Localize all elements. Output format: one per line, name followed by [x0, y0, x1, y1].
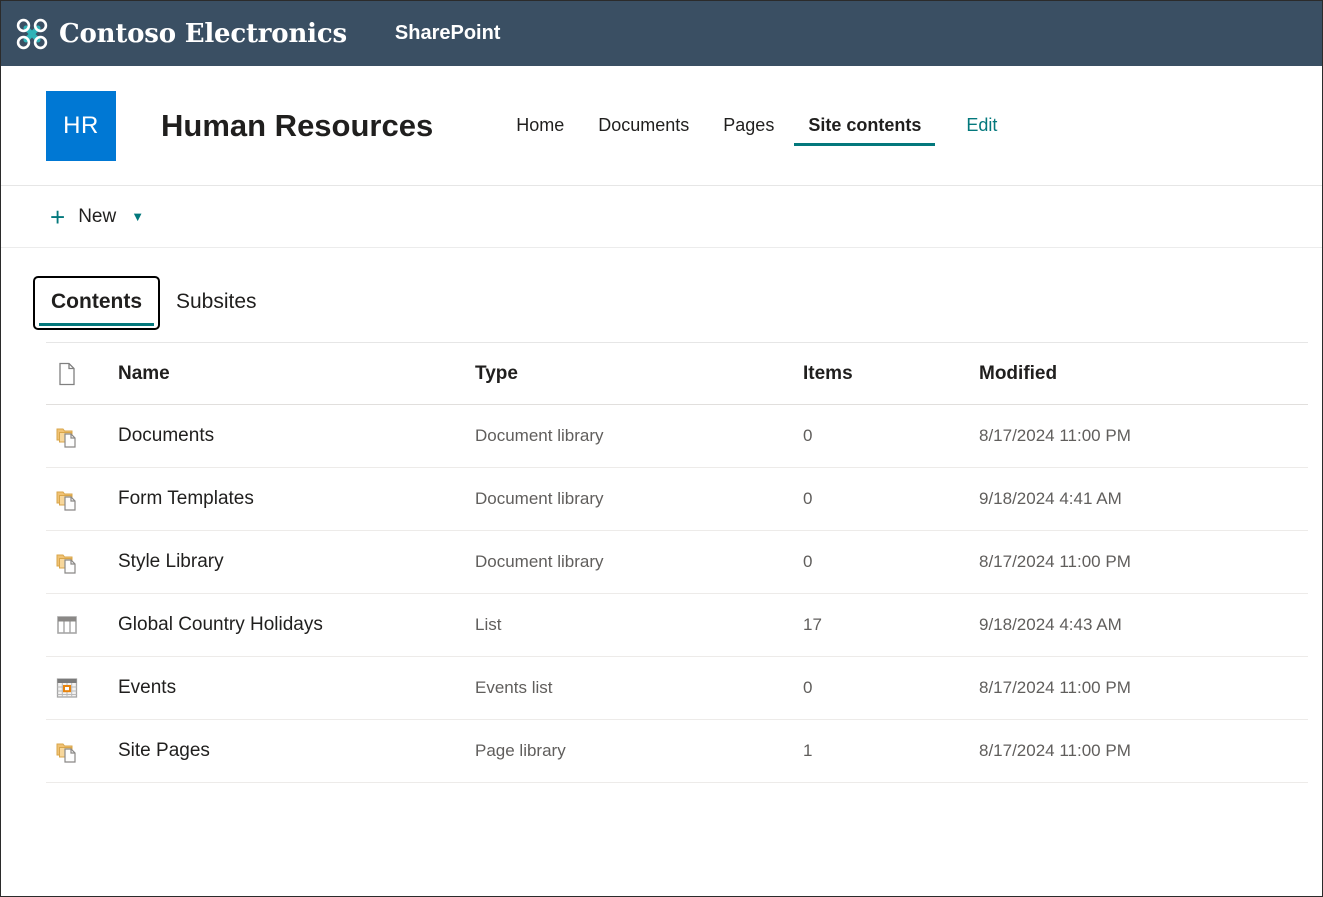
row-name[interactable]: Site Pages: [118, 740, 475, 762]
drone-icon: [15, 17, 49, 51]
row-icon-cell: [46, 675, 118, 701]
chevron-down-icon: ▼: [131, 210, 144, 223]
table-header-row: Name Type Items Modified: [46, 343, 1308, 405]
row-type: Page library: [475, 741, 803, 761]
row-type: Document library: [475, 552, 803, 572]
row-modified: 8/17/2024 11:00 PM: [979, 552, 1308, 572]
tab-subsites[interactable]: Subsites: [160, 278, 273, 328]
row-modified: 9/18/2024 4:43 AM: [979, 615, 1308, 635]
row-items: 17: [803, 615, 979, 635]
document-library-icon: [54, 423, 80, 449]
row-icon-cell: [46, 549, 118, 575]
list-icon: [54, 612, 80, 638]
nav-item-site-contents[interactable]: Site contents: [791, 100, 938, 152]
row-modified: 8/17/2024 11:00 PM: [979, 426, 1308, 446]
table-row[interactable]: Form Templates Document library 0 9/18/2…: [46, 468, 1308, 531]
suite-app-name[interactable]: SharePoint: [395, 22, 501, 45]
new-button[interactable]: + New ▼: [46, 198, 148, 236]
column-header-icon[interactable]: [46, 361, 118, 387]
table-row[interactable]: Events Events list 0 8/17/2024 11:00 PM: [46, 657, 1308, 720]
column-header-type[interactable]: Type: [475, 363, 803, 385]
site-logo[interactable]: HR: [46, 91, 116, 161]
page-title: Human Resources: [161, 108, 433, 144]
row-type: Document library: [475, 489, 803, 509]
row-name[interactable]: Form Templates: [118, 488, 475, 510]
table-row[interactable]: Documents Document library 0 8/17/2024 1…: [46, 405, 1308, 468]
nav-item-pages[interactable]: Pages: [706, 100, 791, 152]
nav-item-documents[interactable]: Documents: [581, 100, 706, 152]
row-name[interactable]: Global Country Holidays: [118, 614, 475, 636]
row-icon-cell: [46, 486, 118, 512]
site-header: HR Human Resources Home Documents Pages …: [1, 66, 1322, 186]
row-items: 0: [803, 678, 979, 698]
table-row[interactable]: Site Pages Page library 1 8/17/2024 11:0…: [46, 720, 1308, 783]
calendar-icon: [54, 675, 80, 701]
column-header-items[interactable]: Items: [803, 363, 979, 385]
document-library-icon: [54, 486, 80, 512]
suite-bar: Contoso Electronics SharePoint: [1, 1, 1322, 66]
brand-logo-link[interactable]: Contoso Electronics: [15, 17, 347, 51]
row-items: 0: [803, 426, 979, 446]
row-items: 0: [803, 489, 979, 509]
plus-icon: +: [50, 204, 65, 230]
row-icon-cell: [46, 612, 118, 638]
row-icon-cell: [46, 738, 118, 764]
row-modified: 9/18/2024 4:41 AM: [979, 489, 1308, 509]
row-name[interactable]: Style Library: [118, 551, 475, 573]
row-name[interactable]: Documents: [118, 425, 475, 447]
table-row[interactable]: Global Country Holidays List 17 9/18/202…: [46, 594, 1308, 657]
row-icon-cell: [46, 423, 118, 449]
site-navigation: Home Documents Pages Site contents Edit: [499, 91, 997, 161]
pivot-tabs: Contents Subsites: [1, 248, 1322, 330]
new-button-label: New: [78, 206, 116, 228]
tab-contents[interactable]: Contents: [33, 276, 160, 330]
site-contents-table: Name Type Items Modified: [1, 343, 1322, 783]
sharepoint-site-contents-page: Contoso Electronics SharePoint HR Human …: [0, 0, 1323, 897]
row-type: Document library: [475, 426, 803, 446]
column-header-modified[interactable]: Modified: [979, 363, 1308, 385]
row-type: List: [475, 615, 803, 635]
table-row[interactable]: Style Library Document library 0 8/17/20…: [46, 531, 1308, 594]
row-items: 0: [803, 552, 979, 572]
brand-name: Contoso Electronics: [59, 19, 347, 49]
row-modified: 8/17/2024 11:00 PM: [979, 741, 1308, 761]
row-type: Events list: [475, 678, 803, 698]
edit-navigation-link[interactable]: Edit: [966, 115, 997, 136]
document-icon: [54, 361, 80, 387]
nav-item-home[interactable]: Home: [499, 100, 581, 152]
document-library-icon: [54, 549, 80, 575]
command-bar: + New ▼: [1, 186, 1322, 248]
row-items: 1: [803, 741, 979, 761]
row-name[interactable]: Events: [118, 677, 475, 699]
document-library-icon: [54, 738, 80, 764]
row-modified: 8/17/2024 11:00 PM: [979, 678, 1308, 698]
column-header-name[interactable]: Name: [118, 363, 475, 385]
